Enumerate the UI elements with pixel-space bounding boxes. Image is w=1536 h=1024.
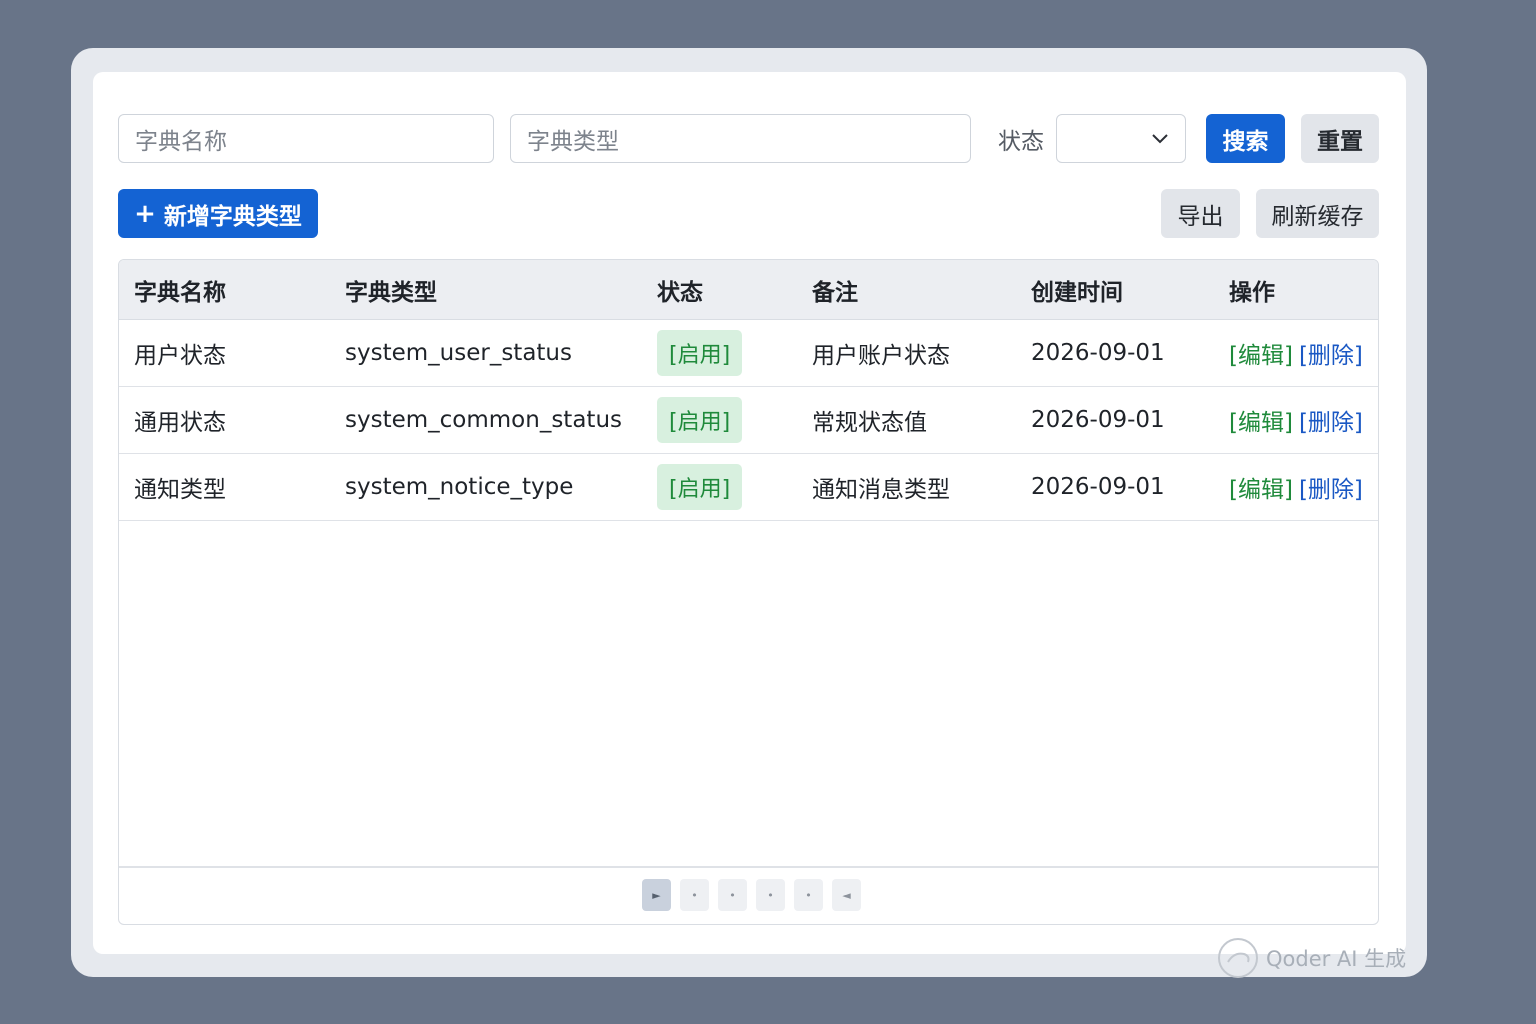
dict-type-table: 字典名称 字典类型 状态 备注 创建时间 操作 用户状态 system_user… — [118, 259, 1379, 925]
status-select[interactable] — [1056, 114, 1186, 163]
table-row: 通知类型 system_notice_type [启用] 通知消息类型 2026… — [119, 454, 1378, 521]
search-button[interactable]: 搜索 — [1206, 114, 1285, 163]
delete-link[interactable]: [删除] — [1299, 336, 1363, 370]
dict-name-placeholder: 字典名称 — [135, 128, 227, 155]
refresh-cache-button[interactable]: 刷新缓存 — [1256, 189, 1379, 238]
cell-type: system_common_status — [345, 407, 622, 433]
col-header-remark: 备注 — [812, 279, 858, 306]
cell-name: 用户状态 — [134, 343, 226, 369]
dict-type-placeholder: 字典类型 — [527, 128, 619, 155]
status-badge-cell: [启用] — [657, 387, 743, 453]
status-badge-cell: [启用] — [657, 320, 743, 386]
col-header-actions: 操作 — [1229, 279, 1275, 306]
cell-remark: 常规状态值 — [812, 410, 927, 436]
chevron-down-icon — [1152, 134, 1168, 144]
status-badge-cell: [启用] — [657, 454, 743, 520]
qoder-logo-icon — [1218, 938, 1258, 978]
status-filter-label: 状态 — [998, 128, 1044, 155]
add-dict-type-button[interactable]: + 新增字典类型 — [118, 189, 318, 238]
export-button[interactable]: 导出 — [1161, 189, 1240, 238]
edit-link[interactable]: [编辑] — [1229, 470, 1293, 504]
col-header-created: 创建时间 — [1031, 279, 1123, 306]
table-row: 通用状态 system_common_status [启用] 常规状态值 202… — [119, 387, 1378, 454]
status-badge: [启用] — [657, 330, 743, 376]
dict-type-input[interactable]: 字典类型 — [510, 114, 971, 163]
watermark-text: Qoder AI 生成 — [1266, 947, 1407, 971]
cell-actions: [编辑] [删除] — [1229, 320, 1363, 386]
pagination-dot[interactable]: • — [794, 879, 823, 911]
add-dict-type-label: 新增字典类型 — [163, 203, 302, 230]
cell-actions: [编辑] [删除] — [1229, 387, 1363, 453]
dict-name-input[interactable]: 字典名称 — [118, 114, 494, 163]
edit-link[interactable]: [编辑] — [1229, 403, 1293, 437]
cell-type: system_user_status — [345, 340, 572, 366]
pagination-dot[interactable]: • — [756, 879, 785, 911]
cell-created: 2026-09-01 — [1031, 474, 1165, 500]
main-panel: 字典名称 字典类型 状态 搜索 重置 + 新增字典类型 导出 刷新缓存 字典名称… — [93, 72, 1406, 954]
delete-link[interactable]: [删除] — [1299, 403, 1363, 437]
pagination-dot[interactable]: • — [680, 879, 709, 911]
edit-link[interactable]: [编辑] — [1229, 336, 1293, 370]
window-frame: 字典名称 字典类型 状态 搜索 重置 + 新增字典类型 导出 刷新缓存 字典名称… — [71, 48, 1427, 977]
watermark: Qoder AI 生成 — [1216, 936, 1406, 980]
table-header: 字典名称 字典类型 状态 备注 创建时间 操作 — [119, 260, 1378, 320]
pagination-last[interactable]: ◄ — [832, 879, 861, 911]
reset-button[interactable]: 重置 — [1301, 114, 1379, 163]
cell-name: 通用状态 — [134, 410, 226, 436]
col-header-name: 字典名称 — [134, 279, 226, 306]
table-row: 用户状态 system_user_status [启用] 用户账户状态 2026… — [119, 320, 1378, 387]
pagination-first[interactable]: ► — [642, 879, 671, 911]
status-badge: [启用] — [657, 464, 743, 510]
pagination: ► • • • • ◄ — [642, 879, 861, 911]
cell-name: 通知类型 — [134, 477, 226, 503]
col-header-type: 字典类型 — [345, 279, 437, 306]
cell-remark: 通知消息类型 — [812, 477, 950, 503]
delete-link[interactable]: [删除] — [1299, 470, 1363, 504]
status-badge: [启用] — [657, 397, 743, 443]
cell-actions: [编辑] [删除] — [1229, 454, 1363, 520]
pagination-divider — [119, 866, 1378, 868]
cell-remark: 用户账户状态 — [812, 343, 950, 369]
pagination-dot[interactable]: • — [718, 879, 747, 911]
plus-icon: + — [134, 198, 156, 229]
cell-created: 2026-09-01 — [1031, 407, 1165, 433]
cell-created: 2026-09-01 — [1031, 340, 1165, 366]
cell-type: system_notice_type — [345, 474, 574, 500]
col-header-status: 状态 — [657, 279, 703, 306]
